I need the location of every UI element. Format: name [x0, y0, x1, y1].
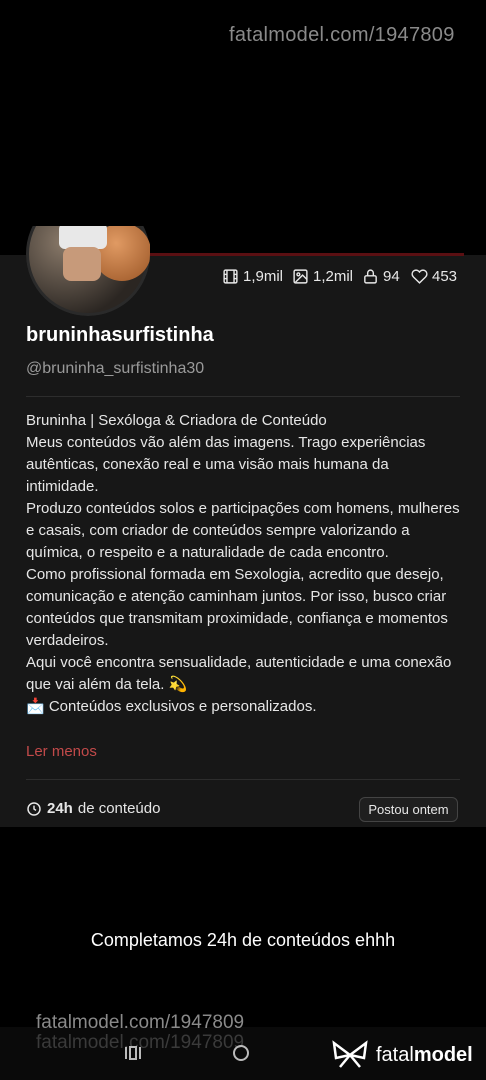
photos-count: 1,2mil	[313, 267, 354, 285]
avatar-shirt	[59, 226, 107, 249]
avatar-figure	[63, 247, 101, 281]
locked-count: 94	[383, 267, 400, 285]
content-time-suffix: de conteúdo	[77, 800, 161, 817]
content-time-value: 24h	[47, 800, 73, 817]
divider-bottom	[26, 779, 460, 780]
cover-edge	[150, 253, 464, 256]
profile-username: bruninhasurfistinha	[26, 324, 214, 346]
profile-handle: @bruninha_surfistinha30	[26, 360, 205, 377]
bio-line: Produzo conteúdos solos e participações …	[26, 500, 460, 561]
bio-line: Aqui você encontra sensualidade, autenti…	[26, 654, 452, 693]
brand-name: fatalmodel	[376, 1043, 473, 1066]
image-icon	[293, 268, 308, 284]
clock-icon	[27, 801, 41, 816]
watermark-bottom: fatalmodel.com/1947809	[36, 1012, 245, 1033]
film-icon	[223, 268, 238, 284]
ler-menos-link[interactable]: Ler menos	[26, 743, 97, 760]
lock-icon	[364, 268, 377, 284]
heart-icon	[411, 268, 428, 284]
likes-count: 453	[432, 267, 458, 285]
bio-line: Meus conteúdos vão além das imagens. Tra…	[26, 434, 426, 495]
home-icon[interactable]	[233, 1045, 249, 1061]
content-time: 24h de conteúdo	[26, 800, 160, 817]
posted-badge[interactable]: Postou ontem	[359, 797, 458, 822]
fatalmodel-logo: fatalmodel	[330, 1040, 473, 1070]
bio-line: Bruninha | Sexóloga & Criadora de Conteú…	[26, 412, 327, 429]
bio-line: Como profissional formada em Sexologia, …	[26, 566, 448, 649]
stat-likes: 453	[411, 266, 457, 286]
stat-locked: 94	[362, 266, 400, 286]
stat-photos: 1,2mil	[292, 266, 353, 286]
story-caption: Completamos 24h de conteúdos ehhh	[90, 930, 396, 950]
recents-icon[interactable]	[123, 1045, 143, 1061]
stat-videos: 1,9mil	[222, 266, 283, 286]
butterfly-icon	[332, 1040, 368, 1068]
bio: Bruninha | Sexóloga & Criadora de Conteú…	[26, 410, 462, 718]
divider-top	[26, 396, 460, 397]
watermark-top: fatalmodel.com/1947809	[229, 24, 455, 46]
bio-line: 📩 Conteúdos exclusivos e personalizados.	[26, 698, 317, 715]
videos-count: 1,9mil	[243, 267, 284, 285]
